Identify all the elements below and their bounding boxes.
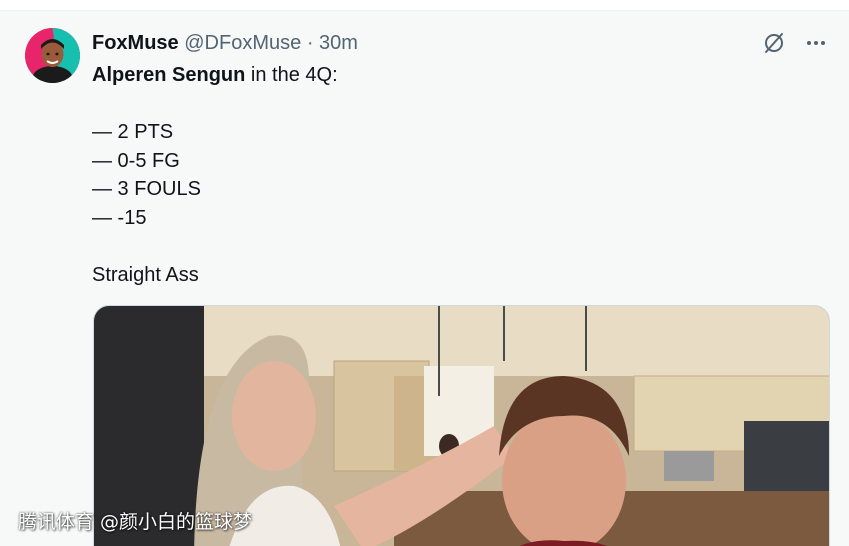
player-name[interactable]: Alperen Sengun: [92, 64, 245, 86]
avatar[interactable]: [25, 28, 80, 83]
more-dots-icon[interactable]: [803, 30, 829, 56]
intro-rest: in the 4Q:: [245, 64, 338, 86]
stat-line: — 3 FOULS: [92, 178, 201, 200]
grok-slash-icon[interactable]: [761, 30, 787, 56]
stat-line: — 0-5 FG: [92, 149, 180, 172]
top-divider: [0, 0, 849, 11]
separator-dot: ·: [306, 32, 314, 54]
timestamp[interactable]: 30m: [319, 32, 358, 54]
author-handle[interactable]: @DFoxMuse: [184, 32, 301, 54]
watermark: 腾讯体育 @颜小白的篮球梦: [18, 511, 253, 533]
stat-line: — -15: [92, 206, 147, 229]
closing-line: Straight Ass: [92, 263, 199, 286]
tweet-actions: [761, 30, 829, 56]
tweet-header: FoxMuse @DFoxMuse · 30m: [92, 31, 358, 55]
intro-line: Alperen Sengun in the 4Q:: [92, 61, 792, 90]
author-name[interactable]: FoxMuse: [92, 32, 179, 54]
tweet-text: Alperen Sengun in the 4Q: — 2 PTS — 0-5 …: [92, 61, 792, 289]
stat-line: — 2 PTS: [92, 121, 174, 143]
